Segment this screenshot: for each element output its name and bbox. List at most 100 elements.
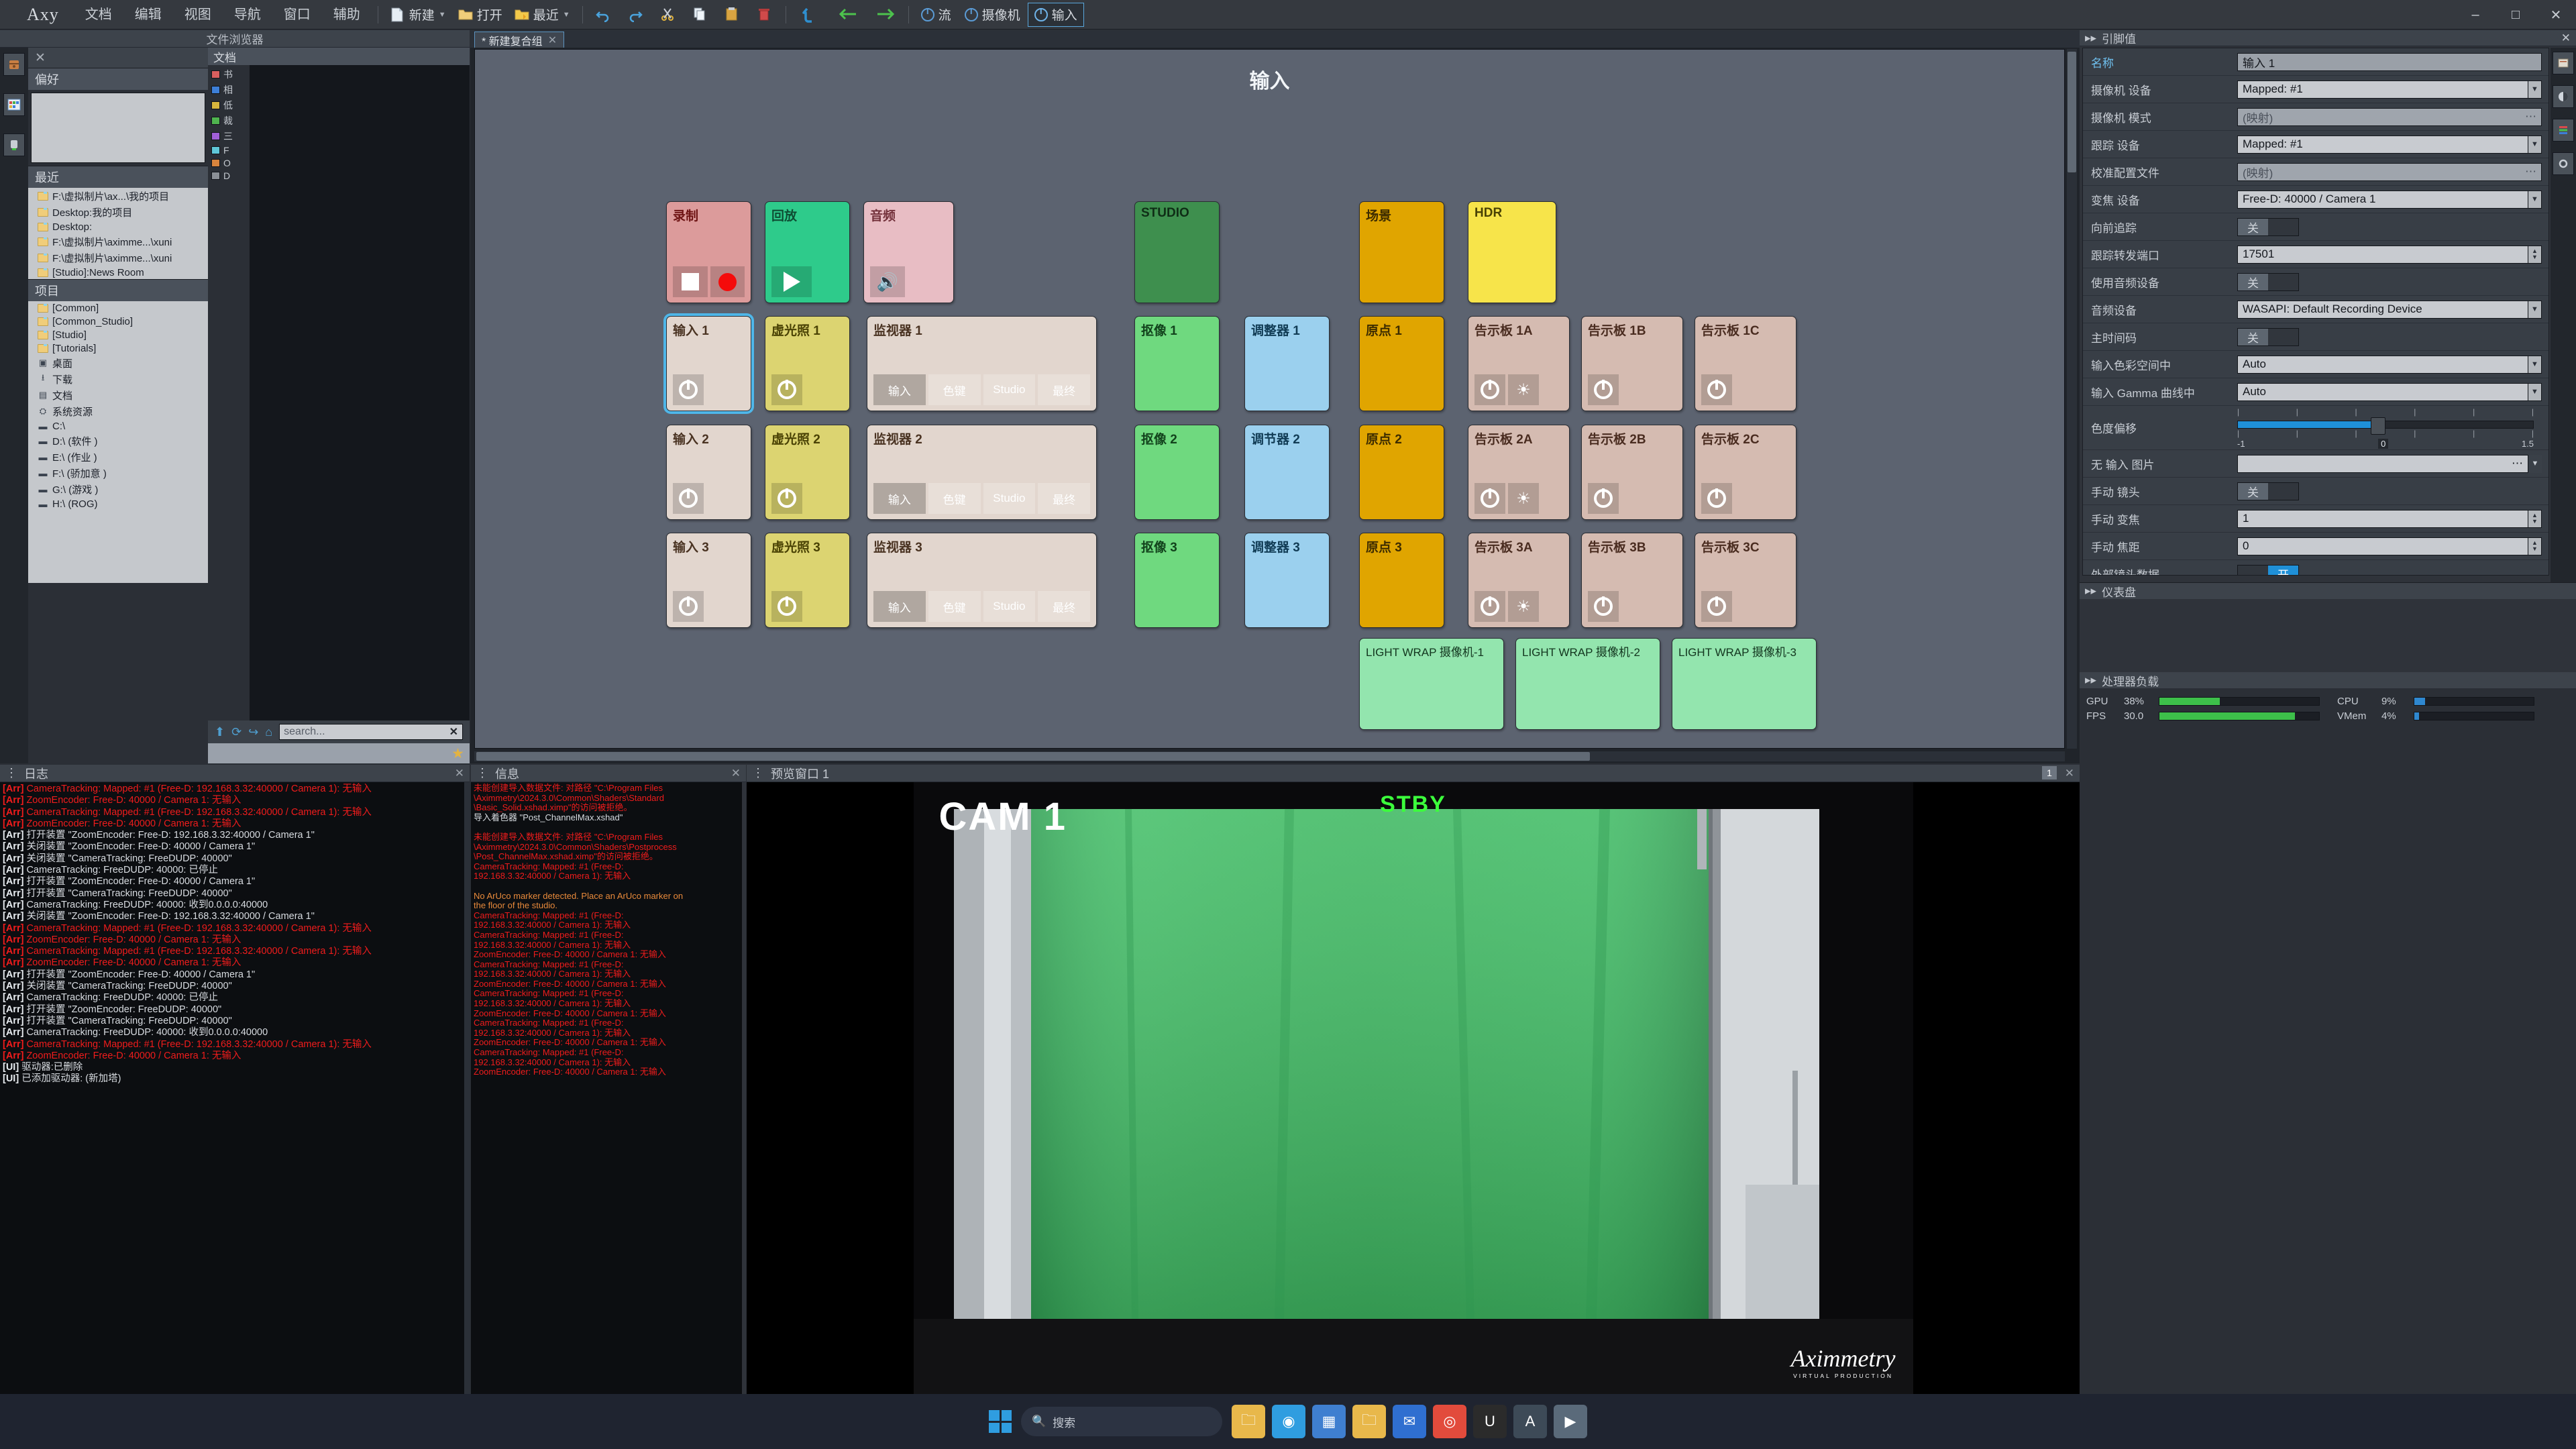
taskbar-edge-icon[interactable]: ◉ — [1272, 1405, 1305, 1438]
project-item[interactable]: ⛭ 系统资源 — [28, 403, 208, 419]
scroll-thumb[interactable] — [2068, 52, 2076, 172]
property-dropdown-value[interactable]: Auto — [2237, 355, 2528, 374]
windows-start-icon[interactable] — [989, 1410, 1012, 1433]
file-search-input[interactable]: search... ✕ — [279, 724, 463, 740]
nav-forward-icon[interactable]: ↪ — [248, 725, 258, 739]
close-icon[interactable]: ✕ — [455, 767, 464, 780]
node-tab-Studio[interactable]: Studio — [983, 483, 1036, 514]
chevron-down-icon[interactable]: ▼ — [2528, 190, 2542, 209]
toggle-on-half[interactable]: 关 — [2238, 328, 2268, 345]
mode-tab-流[interactable]: 流 — [915, 3, 957, 27]
graph-node-27[interactable]: 抠像 3 — [1134, 533, 1220, 628]
property-browse-value[interactable]: (映射) ⋯ — [2237, 107, 2542, 126]
chevron-down-icon[interactable]: ▼ — [2528, 382, 2542, 401]
lamp-button[interactable]: ☀ — [1508, 591, 1539, 622]
preferences-icon[interactable] — [3, 53, 25, 76]
taskbar-mail-icon[interactable]: ✉ — [1393, 1405, 1426, 1438]
mode-tab-摄像机[interactable]: 摄像机 — [959, 3, 1026, 27]
play-button[interactable] — [771, 266, 812, 297]
graph-vertical-scrollbar[interactable] — [2067, 49, 2077, 749]
toggle-off-half[interactable] — [2268, 483, 2298, 500]
expand-icon[interactable]: ▸▸ — [2085, 584, 2096, 598]
spinner-arrows[interactable]: ▲ ▼ — [2528, 245, 2542, 264]
graph-node-22[interactable]: 告示板 2B — [1581, 425, 1683, 520]
property-toggle[interactable]: 关 — [2237, 482, 2299, 500]
property-spinner-value[interactable]: 0 — [2237, 537, 2528, 555]
project-item[interactable]: ▤ 文档 — [28, 387, 208, 403]
toolbar-最近[interactable]: 最近 ▼ — [508, 3, 576, 27]
project-item[interactable]: [Common_Studio] — [28, 315, 208, 328]
graph-node-4[interactable]: 场景 — [1359, 201, 1444, 303]
property-dropdown-value[interactable]: Auto — [2237, 382, 2528, 401]
collapse-icon[interactable]: ⋮ — [5, 766, 17, 780]
graph-node-12[interactable]: 告示板 1A ☀ — [1468, 316, 1570, 411]
graph-node-24[interactable]: 输入 3 — [666, 533, 751, 628]
lamp-button[interactable]: ☀ — [1508, 374, 1539, 405]
info-body[interactable]: 未能创建导入数据文件: 对路径 "C:\Program Files \Aximme… — [471, 782, 742, 1394]
graph-node-23[interactable]: 告示板 2C — [1695, 425, 1796, 520]
taskbar-store-icon[interactable]: ▦ — [1312, 1405, 1346, 1438]
chevron-down-icon[interactable]: ▼ — [439, 11, 446, 19]
chevron-down-icon[interactable]: ▼ — [2528, 80, 2542, 99]
project-item[interactable]: ▬ C:\ — [28, 419, 208, 433]
graph-node-7[interactable]: 虚光照 1 — [765, 316, 850, 411]
audio-button[interactable]: 🔊 — [870, 266, 905, 297]
recent-item[interactable]: Desktop: — [28, 220, 208, 233]
chevron-down-icon[interactable]: ▼ — [2528, 300, 2542, 319]
power-button[interactable] — [673, 483, 704, 514]
graph-node-11[interactable]: 原点 1 — [1359, 316, 1444, 411]
menu-0[interactable]: 文档 — [74, 0, 123, 30]
node-tab-最终[interactable]: 最终 — [1038, 483, 1090, 514]
recent-item[interactable]: F:\虚拟制片\aximme...\xuni — [28, 233, 208, 250]
graph-node-19[interactable]: 调节器 2 — [1244, 425, 1330, 520]
recent-item[interactable]: F:\虚拟制片\aximme...\xuni — [28, 250, 208, 266]
graph-node-5[interactable]: HDR — [1468, 201, 1556, 303]
toggle-off-half[interactable] — [2268, 274, 2298, 290]
toolbar-打开[interactable]: 打开 — [452, 3, 508, 27]
record-button[interactable] — [710, 266, 745, 297]
toolbar-cut-icon[interactable] — [653, 3, 683, 27]
collapse-icon[interactable]: ⋮ — [476, 766, 488, 780]
preview-number-badge[interactable]: 1 — [2042, 766, 2057, 780]
lightwrap-node-2[interactable]: LIGHT WRAP 摄像机-3 — [1672, 638, 1817, 730]
taskbar-media-icon[interactable]: ▶ — [1554, 1405, 1587, 1438]
graph-node-15[interactable]: 输入 2 — [666, 425, 751, 520]
graph-node-32[interactable]: 告示板 3C — [1695, 533, 1796, 628]
property-toggle[interactable]: 关 — [2237, 327, 2299, 346]
file-tag[interactable]: O — [208, 158, 250, 168]
spinner-arrows[interactable]: ▲ ▼ — [2528, 537, 2542, 555]
graph-node-9[interactable]: 抠像 1 — [1134, 316, 1220, 411]
property-toggle[interactable]: 关 — [2237, 217, 2299, 236]
node-tab-最终[interactable]: 最终 — [1038, 374, 1090, 405]
toggle-off-half[interactable] — [2268, 219, 2298, 235]
expand-icon[interactable]: ▸▸ — [2085, 674, 2096, 687]
settings-gear-icon[interactable] — [2553, 152, 2574, 175]
project-item[interactable]: ▬ G:\ (游戏 ) — [28, 481, 208, 497]
property-dropdown-value[interactable]: WASAPI: Default Recording Device — [2237, 300, 2528, 319]
property-browse-value[interactable]: ⋯ — [2237, 454, 2528, 473]
power-button[interactable] — [1474, 483, 1505, 514]
power-button[interactable] — [1588, 374, 1619, 405]
favorite-star-icon[interactable]: ★ — [451, 745, 464, 762]
graph-node-13[interactable]: 告示板 1B — [1581, 316, 1683, 411]
toolbar-delete-icon[interactable] — [750, 3, 780, 27]
property-dropdown-value[interactable]: Mapped: #1 — [2237, 80, 2528, 99]
toggle-on-half[interactable]: 关 — [2238, 273, 2268, 290]
property-text-input[interactable]: 输入 1 — [2237, 52, 2542, 71]
spinner-arrows[interactable]: ▲ ▼ — [2528, 509, 2542, 528]
property-toggle[interactable]: 开 — [2237, 564, 2299, 575]
menu-3[interactable]: 导航 — [223, 0, 272, 30]
project-item[interactable]: [Studio] — [28, 328, 208, 341]
power-button[interactable] — [1701, 374, 1732, 405]
file-tag[interactable]: 书 — [208, 68, 250, 81]
graph-node-28[interactable]: 调整器 3 — [1244, 533, 1330, 628]
graph-node-8[interactable]: 监视器 1 输入 色键 Studio 最终 — [867, 316, 1097, 411]
chevron-down-icon[interactable]: ▼ — [2528, 355, 2542, 374]
nav-up-level-icon[interactable] — [792, 3, 824, 27]
chevron-down-icon[interactable]: ▼ — [2528, 135, 2542, 154]
taskbar-explorer-icon[interactable]: 🗀 — [1232, 1405, 1265, 1438]
node-tab-色键[interactable]: 色键 — [928, 374, 981, 405]
expand-icon[interactable]: ▸▸ — [2085, 32, 2096, 45]
toolbar-paste-icon[interactable] — [718, 3, 747, 27]
scroll-thumb[interactable] — [476, 752, 1590, 761]
